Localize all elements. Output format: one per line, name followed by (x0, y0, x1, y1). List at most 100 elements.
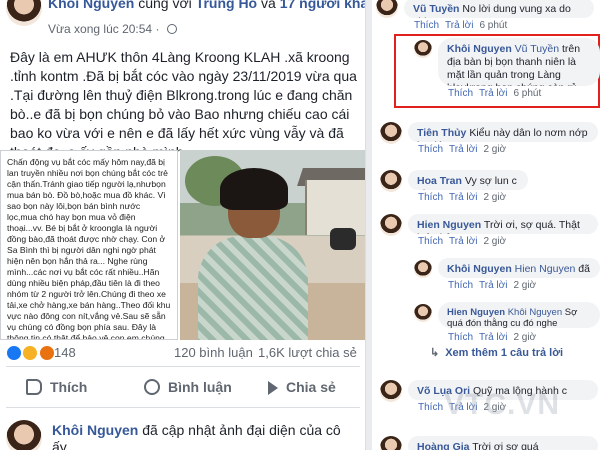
commenter-avatar[interactable] (380, 214, 402, 236)
comment-author[interactable]: Vũ Tuyền (413, 3, 459, 15)
comment-bubble: Hien Nguyen Khôi Nguyen Sợ quá đón thằng… (438, 302, 600, 328)
comment-time[interactable]: 2 giờ (513, 332, 536, 343)
comment-reply-link[interactable]: Trả lời (449, 144, 477, 155)
comment-meta: Thích Trả lời 2 giờ (448, 332, 542, 343)
comment-like-link[interactable]: Thích (448, 280, 473, 291)
post-author-line: Khôi Nguyen cùng với Trung Ho và 17 ngườ… (48, 0, 365, 12)
comment-time[interactable]: 2 giờ (483, 236, 506, 247)
comment-reply-link[interactable]: Trả lời (449, 236, 477, 247)
photo-shirt (198, 236, 308, 340)
time-dot: · (155, 22, 160, 36)
comment-author[interactable]: Hien Nguyen (447, 307, 505, 318)
thumbs-up-icon (26, 379, 42, 395)
commenter-avatar[interactable] (380, 122, 402, 144)
next-post-author[interactable]: Khôi Nguyen (52, 422, 138, 438)
comment-time[interactable]: 6 phút (513, 88, 541, 99)
post-stats: 148 120 bình luận 1,6K lượt chia sẻ (6, 344, 362, 364)
view-more-replies-link[interactable]: ↳ Xem thêm 1 câu trả lời (430, 346, 563, 359)
post-time-text[interactable]: Vừa xong lúc 20:54 (48, 22, 152, 36)
reaction-icons[interactable] (6, 345, 55, 361)
with-text: cùng với (138, 0, 192, 11)
comment-text: Quỹ ma lộng hành c (473, 385, 567, 397)
comment-time[interactable]: 2 giờ (483, 192, 506, 203)
reactions-count[interactable]: 148 (54, 345, 76, 360)
post-photos: Chấn động vụ bắt cóc mấy hôm nay,đã bị l… (0, 150, 365, 340)
comment-reply-link[interactable]: Trả lời (445, 20, 473, 31)
comment-author[interactable]: Khôi Nguyen (447, 43, 512, 55)
post-header: Khôi Nguyen cùng với Trung Ho và 17 ngườ… (6, 0, 365, 40)
commenter-avatar[interactable] (414, 304, 432, 322)
comment-bubble: Khôi Nguyen Hien Nguyen đã ngay c (438, 258, 600, 278)
post-timestamp[interactable]: Vừa xong lúc 20:54 · (48, 22, 177, 36)
comment-like-link[interactable]: Thích (418, 236, 443, 247)
comment-tag[interactable]: Khôi Nguyen (508, 307, 562, 318)
text-image[interactable]: Chấn động vụ bắt cóc mấy hôm nay,đã bị l… (0, 150, 178, 340)
comment-like-link[interactable]: Thích (418, 192, 443, 203)
next-post-header: Khôi Nguyen đã cập nhật ảnh đại diện của… (6, 416, 362, 450)
comment-bubble: Hoa Tran Vy sợ lun c oi!! (408, 170, 528, 190)
comment-like-link[interactable]: Thích (448, 88, 473, 99)
next-post-line: Khôi Nguyen đã cập nhật ảnh đại diện của… (52, 422, 362, 450)
post-author[interactable]: Khôi Nguyen (48, 0, 134, 11)
comment-like-link[interactable]: Thích (418, 402, 443, 413)
comment-reply-link[interactable]: Trả lời (479, 280, 507, 291)
comment-bubble: Hoàng Gia Trời ơi sợ quá (408, 436, 598, 450)
share-icon (268, 381, 278, 395)
comment-reply-link[interactable]: Trả lời (449, 402, 477, 413)
view-more-replies-label: Xem thêm 1 câu trả lời (445, 347, 564, 359)
comments-count[interactable]: 120 bình luận (174, 345, 253, 360)
comment-meta: Thích Trả lời 2 giờ (448, 280, 542, 291)
share-label: Chia sẻ (286, 379, 336, 395)
commenter-avatar[interactable] (414, 260, 432, 278)
comment-bubble: Tiên Thủy Kiểu này dân lo nơm nớp ko dám (408, 122, 598, 142)
photo-hair (220, 168, 288, 210)
comment-meta: Thích Trả lời 2 giờ (418, 144, 512, 155)
comment-time[interactable]: 2 giờ (483, 144, 506, 155)
comment-meta: Thích Trả lời 6 phút (414, 20, 513, 31)
next-post-avatar[interactable] (6, 420, 42, 450)
comment-time[interactable]: 2 giờ (513, 280, 536, 291)
like-button[interactable]: Thích (26, 367, 87, 407)
shares-count[interactable]: 1,6K lượt chia sẻ (258, 345, 357, 360)
comment-tag[interactable]: Hien Nguyen (515, 263, 576, 275)
comment-tag[interactable]: Vũ Tuyền (515, 43, 559, 55)
comment-like-link[interactable]: Thích (418, 144, 443, 155)
comment-meta: Thích Trả lời 6 phút (448, 88, 547, 99)
comment-label: Bình luận (168, 379, 232, 395)
comment-author[interactable]: Hoàng Gia (417, 441, 470, 450)
comment-meta: Thích Trả lời 2 giờ (418, 236, 512, 247)
comment-reply-link[interactable]: Trả lời (479, 332, 507, 343)
commenter-avatar[interactable] (414, 40, 432, 58)
reply-arrow-icon: ↳ (430, 347, 440, 359)
comments-panel: Vũ Tuyền No lời dung vung xa do chị Thíc… (372, 0, 600, 450)
comment-bubble: Võ Lụa Ori Quỹ ma lộng hành c (408, 380, 598, 400)
comment-bubble: Hien Nguyen Trời ơi, sợ quá. Thật luôn h… (408, 214, 598, 234)
comment-like-link[interactable]: Thích (414, 20, 439, 31)
post-actions: Thích Bình luận Chia sẻ (6, 366, 360, 408)
commenter-avatar[interactable] (380, 436, 402, 450)
comment-time[interactable]: 6 phút (479, 20, 507, 31)
commenter-avatar[interactable] (376, 0, 398, 18)
comment-time[interactable]: 2 giờ (483, 402, 506, 413)
comment-author[interactable]: Khôi Nguyen (447, 263, 512, 275)
like-reaction-icon (6, 345, 22, 361)
like-label: Thích (50, 379, 88, 395)
child-photo[interactable] (180, 150, 365, 340)
facebook-post: Khôi Nguyen cùng với Trung Ho và 17 ngườ… (0, 0, 366, 450)
commenter-avatar[interactable] (380, 170, 402, 192)
comment-button[interactable]: Bình luận (144, 367, 232, 407)
comment-reply-link[interactable]: Trả lời (479, 88, 507, 99)
comment-author[interactable]: Hoa Tran (417, 175, 462, 187)
comment-author[interactable]: Võ Lụa Ori (417, 385, 470, 397)
comment-author[interactable]: Hien Nguyen (417, 219, 481, 231)
comment-icon (144, 379, 160, 395)
comment-like-link[interactable]: Thích (448, 332, 473, 343)
author-avatar[interactable] (6, 0, 42, 26)
commenter-avatar[interactable] (380, 380, 402, 402)
others-link[interactable]: 17 người khác. (280, 0, 365, 11)
comment-reply-link[interactable]: Trả lời (449, 192, 477, 203)
comment-meta: Thích Trả lời 2 giờ (418, 192, 512, 203)
comment-author[interactable]: Tiên Thủy (417, 127, 466, 139)
share-button[interactable]: Chia sẻ (268, 367, 336, 407)
tagged-person[interactable]: Trung Ho (196, 0, 257, 11)
